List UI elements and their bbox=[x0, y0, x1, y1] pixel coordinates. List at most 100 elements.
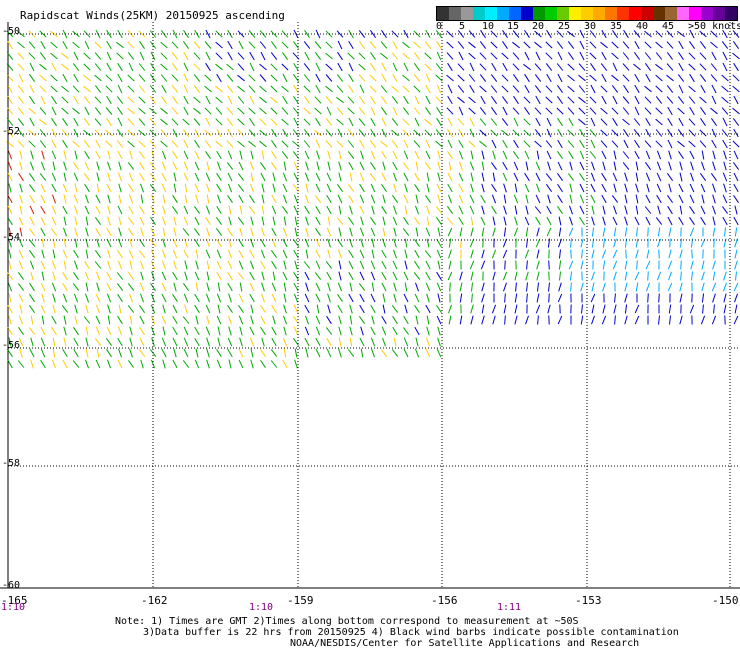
wind-barb bbox=[83, 316, 91, 324]
wind-barb bbox=[546, 117, 552, 127]
wind-barb bbox=[435, 217, 443, 225]
wind-barb bbox=[711, 51, 717, 61]
wind-barb bbox=[271, 293, 277, 303]
wind-barb bbox=[479, 129, 487, 137]
wind-barb bbox=[206, 161, 210, 171]
wind-barb bbox=[50, 41, 58, 49]
wind-barb bbox=[73, 73, 79, 83]
wind-barb bbox=[51, 172, 57, 182]
wind-barb bbox=[127, 305, 135, 313]
wind-barb bbox=[523, 96, 531, 104]
wind-barb bbox=[634, 106, 640, 116]
wind-barb bbox=[239, 337, 243, 347]
wind-barb bbox=[193, 52, 201, 60]
wind-barb bbox=[579, 51, 585, 61]
wind-barb bbox=[18, 315, 24, 325]
wind-barb bbox=[237, 74, 245, 82]
wind-barb bbox=[140, 293, 144, 303]
wind-barb bbox=[381, 62, 387, 72]
wind-barb bbox=[666, 195, 674, 203]
wind-barb bbox=[39, 140, 47, 148]
wind-barb bbox=[547, 304, 551, 314]
wind-barb bbox=[239, 205, 243, 215]
wind-barb bbox=[50, 74, 58, 82]
wind-barb bbox=[701, 161, 705, 171]
wind-barb bbox=[722, 194, 728, 204]
wind-barb bbox=[612, 62, 618, 72]
legend-label: 10 bbox=[482, 21, 495, 32]
wind-barb bbox=[294, 216, 298, 226]
wind-barb bbox=[325, 129, 333, 137]
wind-barb bbox=[303, 63, 311, 71]
wind-barb bbox=[600, 118, 608, 126]
wind-barb bbox=[173, 260, 177, 270]
wind-barb bbox=[73, 249, 79, 259]
wind-barb bbox=[315, 216, 321, 226]
wind-barb bbox=[392, 315, 398, 325]
wind-barb bbox=[415, 161, 419, 171]
wind-barb bbox=[94, 129, 102, 137]
wind-barb bbox=[261, 271, 265, 281]
wind-barb bbox=[391, 85, 399, 93]
wind-barb bbox=[183, 139, 189, 149]
wind-barb bbox=[458, 128, 464, 138]
wind-barb bbox=[325, 41, 333, 49]
wind-barb bbox=[206, 348, 210, 358]
wind-barb bbox=[424, 63, 432, 71]
wind-barb bbox=[413, 74, 421, 82]
wind-barb bbox=[360, 150, 364, 160]
wind-barb bbox=[469, 84, 475, 94]
wind-barb bbox=[249, 260, 255, 270]
wind-barb bbox=[579, 128, 585, 138]
wind-barb bbox=[303, 129, 311, 137]
wind-barb bbox=[204, 129, 212, 137]
wind-barb bbox=[117, 172, 123, 182]
wind-barb bbox=[116, 96, 124, 104]
wind-barb bbox=[294, 260, 298, 270]
wind-barb bbox=[193, 96, 201, 104]
wind-barb bbox=[514, 293, 518, 303]
wind-barb bbox=[701, 271, 705, 281]
wind-barb bbox=[250, 348, 254, 358]
wind-barb bbox=[337, 128, 343, 138]
wind-barb bbox=[447, 84, 453, 94]
wind-barb bbox=[325, 327, 333, 335]
wind-barb bbox=[183, 337, 189, 347]
wind-barb bbox=[667, 117, 673, 127]
wind-barb bbox=[425, 260, 431, 270]
wind-barb bbox=[392, 161, 398, 171]
wind-barb bbox=[316, 150, 320, 160]
wind-barb bbox=[468, 107, 476, 115]
wind-barb bbox=[414, 348, 420, 358]
wind-barb bbox=[215, 85, 223, 93]
wind-barb bbox=[205, 216, 211, 226]
wind-barb bbox=[259, 140, 267, 148]
wind-barb bbox=[733, 195, 739, 203]
wind-barb bbox=[524, 73, 530, 83]
wind-barb bbox=[370, 326, 376, 336]
wind-barb bbox=[446, 151, 454, 159]
wind-barb bbox=[512, 63, 520, 71]
wind-barb bbox=[414, 117, 420, 127]
wind-barb bbox=[732, 74, 740, 82]
wind-barb bbox=[646, 183, 650, 193]
wind-barb bbox=[106, 293, 112, 303]
wind-barb bbox=[414, 326, 420, 336]
wind-barb bbox=[404, 205, 408, 215]
wind-barb bbox=[271, 260, 277, 270]
time-label: 1:11 bbox=[497, 602, 522, 613]
wind-barb bbox=[149, 140, 157, 148]
wind-barb bbox=[567, 173, 575, 181]
wind-barb bbox=[392, 62, 398, 72]
wind-barb bbox=[567, 74, 575, 82]
wind-barb bbox=[270, 63, 278, 71]
wind-barb bbox=[426, 326, 430, 336]
wind-barb bbox=[600, 63, 608, 71]
wind-barb bbox=[646, 249, 650, 259]
wind-barb bbox=[371, 249, 375, 259]
wind-barb bbox=[710, 118, 718, 126]
wind-barb bbox=[414, 305, 420, 313]
wind-barb bbox=[314, 195, 322, 203]
wind-barb bbox=[249, 249, 255, 259]
wind-barb bbox=[19, 183, 23, 193]
